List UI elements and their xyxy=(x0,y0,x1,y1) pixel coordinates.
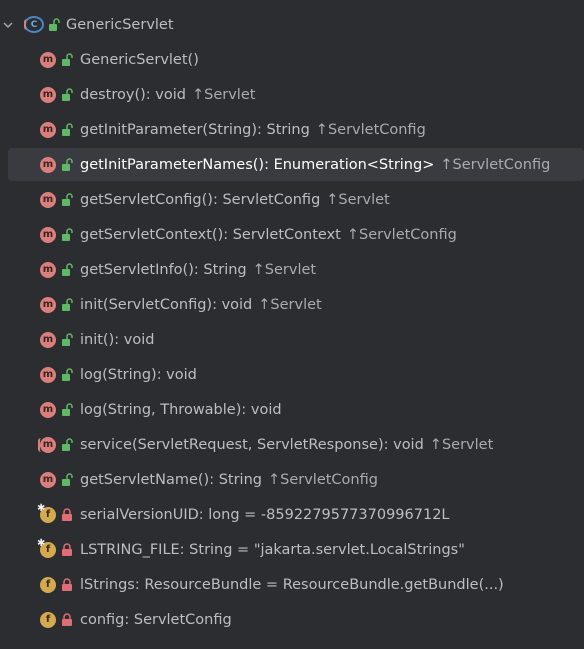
tree-member-row[interactable]: m getInitParameter(String): String ↑Servle… xyxy=(0,112,584,147)
method-icon: m xyxy=(40,366,56,383)
tree-member-row[interactable]: m getServletConfig(): ServletConfig ↑Servl… xyxy=(0,182,584,217)
root-class-name: GenericServlet xyxy=(66,16,174,33)
public-lock-icon xyxy=(62,52,73,66)
tree-member-row[interactable]: m init(ServletConfig): void ↑Servlet xyxy=(0,287,584,322)
member-signature: log(String, Throwable): void xyxy=(80,401,282,418)
method-icon: m xyxy=(40,191,56,208)
static-field-icon: f ✱ xyxy=(37,503,56,523)
member-origin: ↑Servlet xyxy=(191,86,256,103)
public-lock-icon xyxy=(62,472,73,486)
tree-member-row[interactable]: m log(String): void xyxy=(0,357,584,392)
method-icon: m xyxy=(40,51,56,68)
method-icon: m xyxy=(40,401,56,418)
method-icon: m xyxy=(40,296,56,313)
member-signature: config: ServletConfig xyxy=(80,611,232,628)
tree-member-row[interactable]: m init(): void xyxy=(0,322,584,357)
field-icon: f xyxy=(40,611,56,628)
member-signature: destroy(): void xyxy=(80,86,186,103)
member-signature: LSTRING_FILE: String = "jakarta.servlet.… xyxy=(80,541,465,558)
tree-member-row[interactable]: m getServletContext(): ServletContext ↑Ser… xyxy=(0,217,584,252)
member-signature: getServletInfo(): String xyxy=(80,261,247,278)
member-origin: ↑ServletConfig xyxy=(346,226,457,243)
member-signature: getServletContext(): ServletContext xyxy=(80,226,341,243)
tree-root-genericservlet[interactable]: C GenericServlet xyxy=(0,7,584,42)
static-marker-icon: ✱ xyxy=(37,537,46,549)
member-signature: init(ServletConfig): void xyxy=(80,296,253,313)
tree-member-row[interactable]: f ✱ serialVersionUID: long = -859227957737… xyxy=(0,497,584,532)
tree-member-row[interactable]: m GenericServlet() xyxy=(0,42,584,77)
tree-member-row[interactable]: m getInitParameterNames(): Enumeration<St… xyxy=(0,147,584,182)
member-origin: ↑ServletConfig xyxy=(440,156,551,173)
method-icon: m xyxy=(40,121,56,138)
public-lock-icon xyxy=(62,157,73,171)
public-lock-icon xyxy=(62,437,73,451)
method-icon: m xyxy=(40,226,56,243)
member-origin: ↑Servlet xyxy=(429,436,494,453)
member-origin: ↑ServletConfig xyxy=(267,471,378,488)
member-origin: ↑Servlet xyxy=(258,296,322,313)
tree-member-row[interactable]: m getServletInfo(): String ↑Servlet xyxy=(0,252,584,287)
member-signature: serialVersionUID: long = -85922795773709… xyxy=(80,506,450,523)
tree-member-row[interactable]: f ✱ LSTRING_FILE: String = "jakarta.servle… xyxy=(0,532,584,567)
static-marker-icon: ✱ xyxy=(37,502,46,514)
method-icon: m xyxy=(40,331,56,348)
public-lock-icon xyxy=(62,367,73,381)
public-lock-icon xyxy=(62,262,73,276)
tree-member-row[interactable]: m log(String, Throwable): void xyxy=(0,392,584,427)
public-lock-icon xyxy=(62,332,73,346)
member-signature: getServletConfig(): ServletConfig xyxy=(80,191,321,208)
member-signature: getInitParameter(String): String xyxy=(80,121,310,138)
private-lock-icon xyxy=(62,612,72,626)
member-signature: init(): void xyxy=(80,331,155,348)
abstract-class-icon: C xyxy=(24,16,44,33)
tree-member-row[interactable]: m service(ServletRequest, ServletResponse… xyxy=(0,427,584,462)
field-icon: f xyxy=(40,576,56,593)
public-lock-icon xyxy=(62,297,73,311)
tree-member-row[interactable]: m getServletName(): String ↑ServletConfig xyxy=(0,462,584,497)
tree-member-row[interactable]: f config: ServletConfig xyxy=(0,602,584,637)
method-icon: m xyxy=(40,156,56,173)
private-lock-icon xyxy=(62,577,72,591)
abstract-method-icon: m xyxy=(38,436,56,453)
member-origin: ↑Servlet xyxy=(326,191,390,208)
private-lock-icon xyxy=(62,542,72,556)
member-signature: service(ServletRequest, ServletResponse)… xyxy=(80,436,424,453)
method-icon: m xyxy=(40,86,56,103)
tree-member-row[interactable]: m destroy(): void ↑Servlet xyxy=(0,77,584,112)
private-lock-icon xyxy=(62,507,72,521)
member-signature: GenericServlet() xyxy=(80,51,199,68)
member-signature: getInitParameterNames(): Enumeration<Str… xyxy=(80,156,435,173)
member-signature: lStrings: ResourceBundle = ResourceBundl… xyxy=(80,576,504,593)
static-field-icon: f ✱ xyxy=(37,538,56,558)
public-lock-icon xyxy=(49,17,60,31)
member-signature: getServletName(): String xyxy=(80,471,262,488)
public-lock-icon xyxy=(62,87,73,101)
public-lock-icon xyxy=(62,122,73,136)
method-icon: m xyxy=(40,261,56,278)
member-origin: ↑ServletConfig xyxy=(315,121,426,138)
chevron-down-icon[interactable] xyxy=(0,17,16,33)
member-signature: log(String): void xyxy=(80,366,197,383)
public-lock-icon xyxy=(62,192,73,206)
public-lock-icon xyxy=(62,227,73,241)
public-lock-icon xyxy=(62,402,73,416)
member-origin: ↑Servlet xyxy=(252,261,317,278)
tree-member-row[interactable]: f lStrings: ResourceBundle = ResourceBund… xyxy=(0,567,584,602)
method-icon: m xyxy=(40,471,56,488)
